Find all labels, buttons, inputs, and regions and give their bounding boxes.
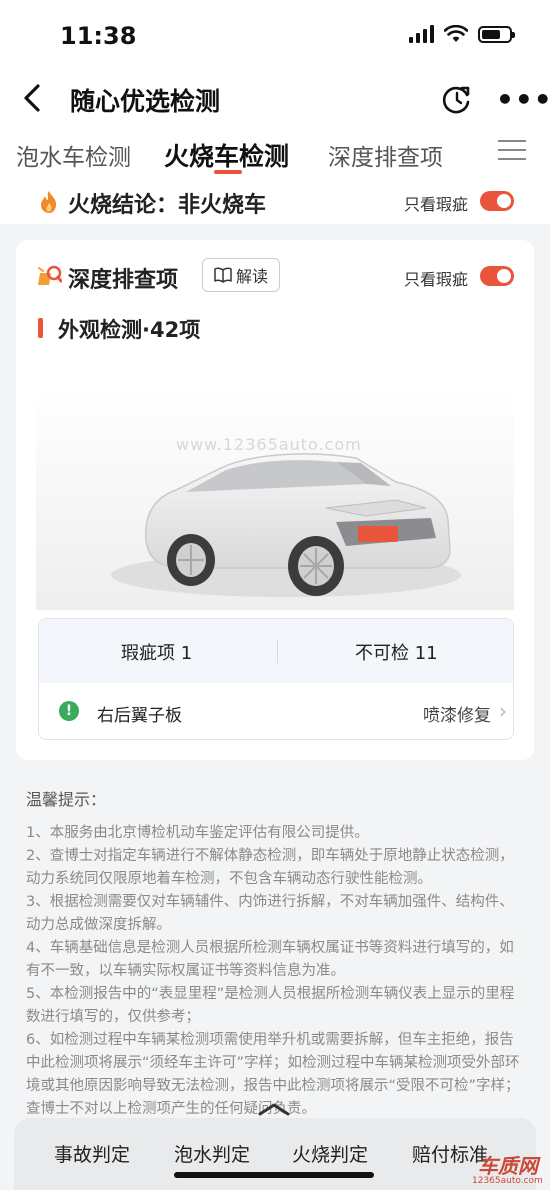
card-defects-only-toggle[interactable] [480,266,514,286]
flame-icon [41,191,57,213]
tips-list: 1、本服务由北京博检机动车鉴定评估有限公司提供。 2、查博士对指定车辆进行不解体… [26,822,526,1121]
cellular-signal-icon [409,25,434,43]
active-tab-indicator [214,170,242,174]
interpret-button[interactable]: 解读 [202,258,280,292]
fire-conclusion-text: 火烧结论：非火烧车 [68,193,267,218]
nav-accident-judgement[interactable]: 事故判定 [54,1140,130,1167]
card-defects-only-label: 只看瑕疵 [404,270,469,289]
defects-only-toggle[interactable] [480,191,514,211]
inspection-summary: 瑕疵项 1 不可检 11 ! 右后翼子板 喷漆修复 › [38,618,514,740]
nav-bar: 随心优选检测 ••• [0,70,550,126]
section-marker [38,318,43,338]
deep-check-icon [38,265,62,285]
tip-item: 3、根据检测需要仅对车辆辅件、内饰进行拆解，不对车辆加强件、结构件、动力总成做深… [26,894,514,933]
tip-item: 4、车辆基础信息是检测人员根据所检测车辆权属证书等资料进行填写的，如有不一致，以… [26,940,514,979]
uncheckable-count[interactable]: 不可检 11 [355,639,438,665]
tab-bar: 泡水车检测 火烧车检测 深度排查项 [0,126,550,180]
chevron-right-icon[interactable]: › [499,699,507,723]
chevron-up-icon[interactable] [256,1100,292,1120]
tab-flood-check[interactable]: 泡水车检测 [16,138,131,172]
stat-divider [277,639,278,663]
interpret-label: 解读 [235,267,268,286]
exterior-check-title: 外观检测·42项 [58,318,201,342]
alert-icon: ! [59,701,79,721]
back-icon[interactable] [18,80,50,116]
nav-flood-judgement[interactable]: 泡水判定 [174,1140,250,1167]
status-icons [409,25,515,43]
share-refresh-icon[interactable] [440,82,474,116]
battery-icon [478,25,515,43]
issue-name[interactable]: 右后翼子板 [97,701,182,726]
wifi-icon [444,25,468,42]
tab-deep-check[interactable]: 深度排查项 [328,138,443,172]
home-indicator [174,1172,374,1178]
nav-fire-judgement[interactable]: 火烧判定 [292,1140,368,1167]
deep-check-card: 深度排查项 解读 只看瑕疵 外观检测·42项 www.12365auto.com… [16,240,534,760]
status-bar: 11:38 [0,0,550,70]
status-time: 11:38 [60,22,137,50]
deep-check-title: 深度排查项 [68,268,179,293]
defect-count[interactable]: 瑕疵项 1 [121,639,192,665]
tip-item: 5、本检测报告中的“表显里程”是检测人员根据所检测车辆仪表上显示的里程数进行填写… [26,986,515,1025]
tab-menu-icon[interactable] [498,140,526,164]
book-icon [214,267,232,283]
tip-item: 2、查博士对指定车辆进行不解体静态检测，即车辆处于原地静止状态检测，动力系统同仅… [26,848,514,887]
page-title: 随心优选检测 [70,87,221,116]
summary-stats [39,619,513,683]
watermark-text: www.12365auto.com [176,435,362,454]
tip-item: 1、本服务由北京博检机动车鉴定评估有限公司提供。 [26,825,369,841]
more-icon[interactable]: ••• [496,83,550,116]
site-logo-url: 12365auto.com [472,1176,543,1186]
tips-title: 温馨提示： [26,790,107,809]
car-illustration [36,390,514,610]
bottom-nav: 事故判定 泡水判定 火烧判定 赔付标准 [14,1118,536,1190]
site-logo: 车质网 [478,1154,538,1178]
defects-only-label: 只看瑕疵 [404,195,469,214]
fire-conclusion-row: 火烧结论：非火烧车 只看瑕疵 [0,180,550,224]
tab-fire-check[interactable]: 火烧车检测 [164,137,289,173]
issue-status[interactable]: 喷漆修复 [423,701,491,726]
